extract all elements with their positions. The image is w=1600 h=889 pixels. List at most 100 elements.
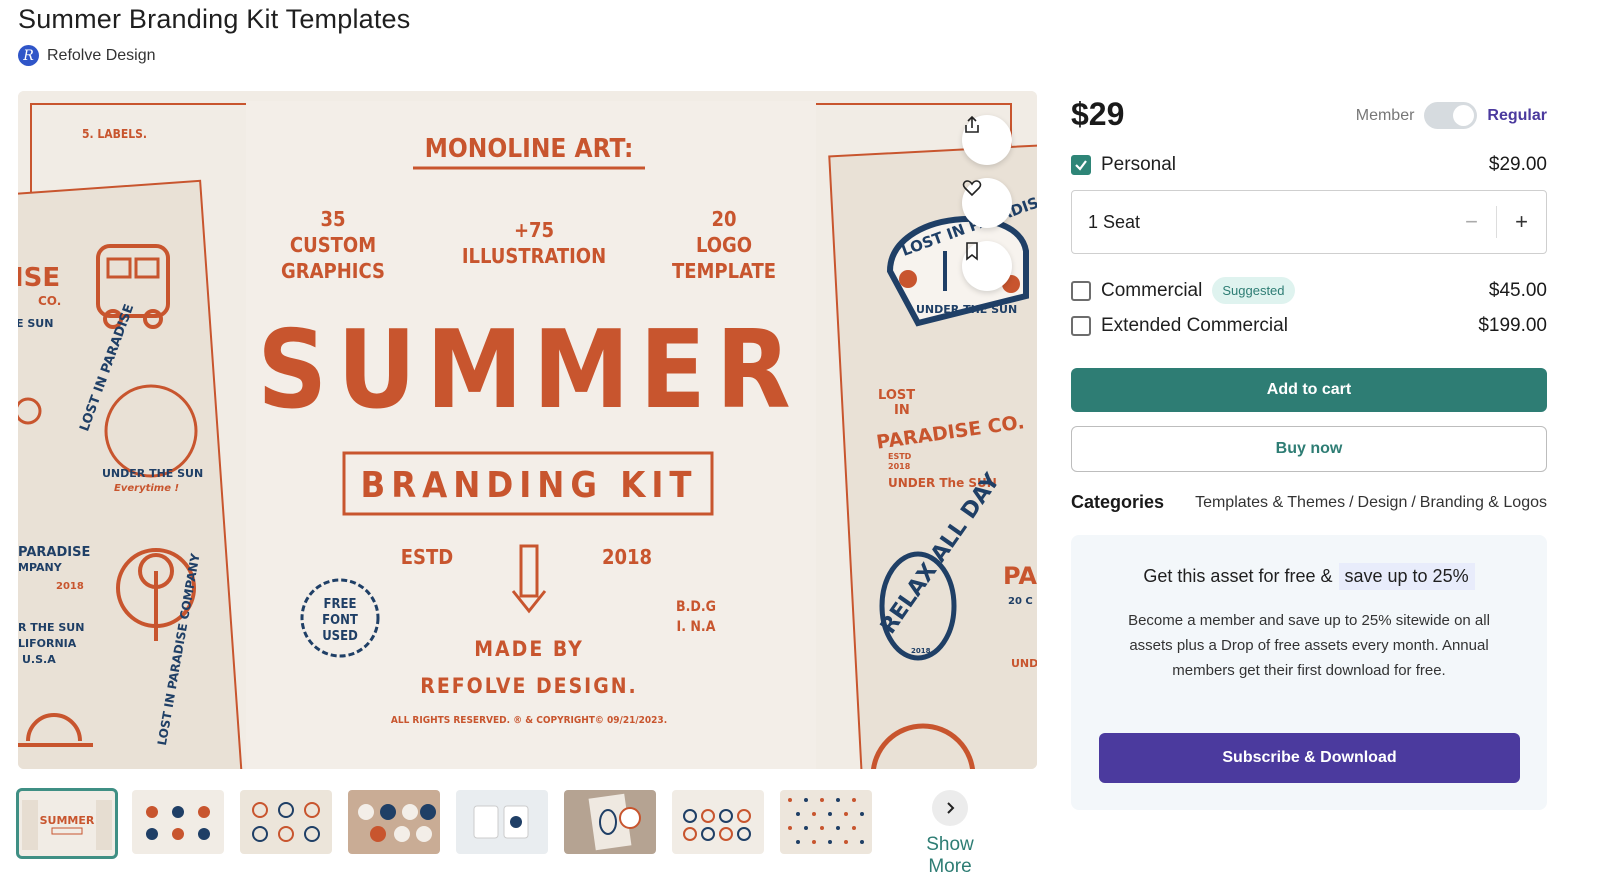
main-preview-image[interactable]: 5. LABELS. ISE CO. E SUN UNDER THE SUN E… <box>18 91 1037 769</box>
svg-text:2018: 2018 <box>602 545 652 569</box>
promo-heading-highlight: save up to 25% <box>1338 563 1475 590</box>
license-personal[interactable]: Personal $29.00 <box>1071 154 1547 176</box>
svg-text:Everytime !: Everytime ! <box>114 483 179 494</box>
member-label[interactable]: Member <box>1356 107 1415 125</box>
svg-text:LOGO: LOGO <box>696 233 752 257</box>
svg-text:CUSTOM: CUSTOM <box>290 233 376 257</box>
license-extended-commercial[interactable]: Extended Commercial $199.00 <box>1071 315 1547 337</box>
author-avatar: R <box>18 45 39 66</box>
license-name: Commercial <box>1101 279 1203 301</box>
license-price: $29.00 <box>1488 154 1547 175</box>
thumbnail-5[interactable] <box>456 790 548 854</box>
show-more-button[interactable]: Show More <box>903 790 997 878</box>
show-more-label[interactable]: Show More <box>903 834 997 878</box>
svg-text:BRANDING KIT: BRANDING KIT <box>361 465 698 506</box>
license-price: $45.00 <box>1488 279 1547 301</box>
thumbnail-7[interactable] <box>672 790 764 854</box>
svg-text:I. N.A: I. N.A <box>677 619 716 635</box>
subscribe-download-button[interactable]: Subscribe & Download <box>1099 733 1520 783</box>
svg-text:GRAPHICS: GRAPHICS <box>281 259 385 283</box>
category-separator: / <box>1411 493 1416 511</box>
svg-text:B.D.G: B.D.G <box>676 599 716 615</box>
svg-text:LIFORNIA: LIFORNIA <box>18 637 77 650</box>
svg-text:ILLUSTRATION: ILLUSTRATION <box>462 244 606 268</box>
commercial-checkbox[interactable] <box>1071 280 1091 301</box>
page-title: Summer Branding Kit Templates <box>18 4 411 34</box>
svg-text:CO.: CO. <box>38 294 61 308</box>
svg-text:SUMMER: SUMMER <box>257 308 801 433</box>
save-button[interactable] <box>962 241 1012 291</box>
svg-text:PA: PA <box>1003 562 1037 590</box>
svg-text:FONT: FONT <box>322 613 358 628</box>
membership-promo: Get this asset for free & save up to 25%… <box>1071 535 1547 810</box>
seat-increment-button[interactable]: + <box>1497 209 1546 235</box>
svg-text:ISE: ISE <box>18 263 60 293</box>
svg-text:UND: UND <box>1011 657 1037 670</box>
author-name[interactable]: Refolve Design <box>47 47 156 65</box>
svg-text:REFOLVE DESIGN.: REFOLVE DESIGN. <box>420 674 637 698</box>
svg-text:PARADISE: PARADISE <box>18 545 90 560</box>
svg-text:UNDER THE SUN: UNDER THE SUN <box>102 467 203 480</box>
thumbnail-4[interactable] <box>348 790 440 854</box>
svg-text:TEMPLATE: TEMPLATE <box>672 259 776 283</box>
share-icon <box>965 115 979 133</box>
category-link-templates[interactable]: Templates & Themes <box>1195 494 1345 512</box>
category-link-branding[interactable]: Branding & Logos <box>1420 494 1547 512</box>
svg-text:MONOLINE ART:: MONOLINE ART: <box>425 134 634 164</box>
promo-heading-text: Get this asset for free & <box>1143 566 1333 586</box>
suggested-badge: Suggested <box>1212 277 1295 304</box>
thumbnail-2[interactable] <box>132 790 224 854</box>
share-button[interactable] <box>962 115 1012 165</box>
seat-decrement-button[interactable]: − <box>1447 209 1496 235</box>
svg-text:2018: 2018 <box>888 462 911 471</box>
svg-text:20: 20 <box>711 207 736 231</box>
svg-text:2018: 2018 <box>56 581 84 592</box>
buy-now-button[interactable]: Buy now <box>1071 426 1547 472</box>
svg-text:2018: 2018 <box>911 647 931 655</box>
like-button[interactable] <box>962 178 1012 228</box>
bookmark-icon <box>966 242 978 261</box>
promo-body: Become a member and save up to 25% sitew… <box>1128 612 1490 679</box>
svg-text:FREE: FREE <box>324 597 357 612</box>
license-commercial[interactable]: Commercial Suggested $45.00 <box>1071 277 1547 304</box>
thumbnail-3[interactable] <box>240 790 332 854</box>
promo-heading: Get this asset for free & save up to 25% <box>1071 563 1547 590</box>
svg-text:MADE BY: MADE BY <box>474 637 584 661</box>
thumbnail-1[interactable]: SUMMER <box>16 788 118 859</box>
license-name: Personal <box>1101 154 1176 175</box>
svg-text:UNDER THE SUN: UNDER THE SUN <box>916 303 1017 316</box>
svg-text:ESTD: ESTD <box>888 452 912 461</box>
svg-text:35: 35 <box>320 207 345 231</box>
category-link-design[interactable]: Design <box>1358 494 1408 512</box>
svg-text:ESTD: ESTD <box>401 545 453 569</box>
author[interactable]: R Refolve Design <box>18 45 156 66</box>
seat-value: 1 Seat <box>1088 211 1141 232</box>
svg-text:IN: IN <box>894 403 910 418</box>
categories-label: Categories <box>1071 492 1165 512</box>
add-to-cart-button[interactable]: Add to cart <box>1071 368 1547 412</box>
svg-text:SUMMER: SUMMER <box>40 814 95 827</box>
thumbnail-8[interactable] <box>780 790 872 854</box>
svg-text:U.S.A: U.S.A <box>22 653 56 666</box>
chevron-right-icon[interactable] <box>932 790 968 826</box>
member-regular-switch[interactable] <box>1424 102 1478 129</box>
extended-commercial-checkbox[interactable] <box>1071 316 1091 336</box>
thumbnail-6[interactable] <box>564 790 656 854</box>
price: $29 <box>1071 96 1125 132</box>
svg-text:ALL RIGHTS RESERVED. ® & COPYR: ALL RIGHTS RESERVED. ® & COPYRIGHT© 09/2… <box>391 715 667 726</box>
regular-label[interactable]: Regular <box>1487 107 1547 125</box>
personal-checkbox[interactable] <box>1071 155 1091 175</box>
category-separator: / <box>1349 493 1354 511</box>
svg-text:+75: +75 <box>514 218 554 242</box>
pricing-toggle[interactable]: Member Regular <box>1356 102 1547 129</box>
seat-selector: 1 Seat − + <box>1071 190 1547 254</box>
svg-text:20 C: 20 C <box>1008 596 1033 607</box>
preview-artwork: 5. LABELS. ISE CO. E SUN UNDER THE SUN E… <box>18 91 1037 769</box>
svg-text:MPANY: MPANY <box>18 561 63 574</box>
license-price: $199.00 <box>1478 315 1547 336</box>
svg-text:USED: USED <box>322 629 358 644</box>
thumbnail-strip: SUMMER <box>16 788 872 859</box>
license-name: Extended Commercial <box>1101 315 1288 336</box>
svg-text:R THE SUN: R THE SUN <box>18 621 84 634</box>
labels-tag: 5. LABELS. <box>82 127 147 141</box>
